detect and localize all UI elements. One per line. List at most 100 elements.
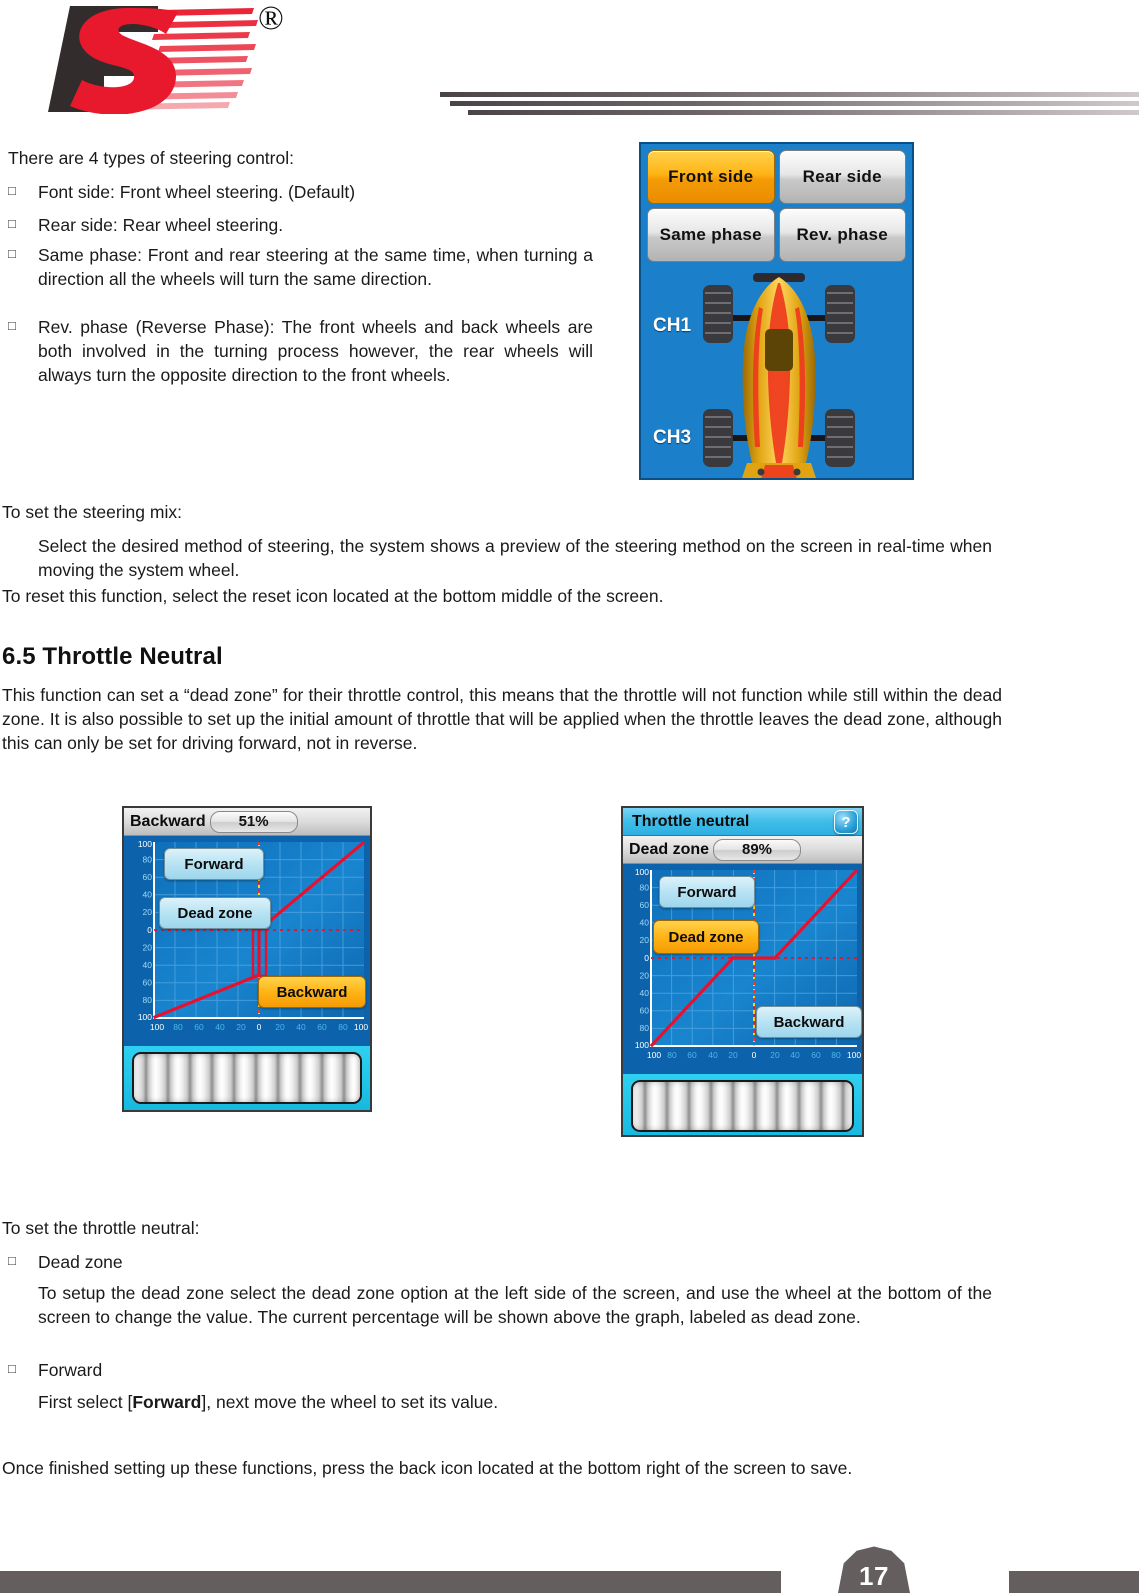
svg-text:100: 100 xyxy=(647,1050,661,1060)
page-header: ® xyxy=(0,0,1139,130)
throttle-neutral-title-bar: Throttle neutral ? xyxy=(623,808,862,836)
throttle-bullet-dead-zone-title: Dead zone xyxy=(38,1252,123,1272)
page-number-tab: 17 xyxy=(838,1546,910,1593)
backward-value-bar: Backward 51% xyxy=(124,808,370,836)
steering-bullet-rear-side: Rear side: Rear wheel steering. xyxy=(38,215,284,235)
throttle1-backward-button[interactable]: Backward xyxy=(258,976,366,1008)
list-item: □ Dead zone xyxy=(8,1250,1008,1274)
svg-text:40: 40 xyxy=(296,1022,306,1032)
rc-car-preview: CH1 CH3 xyxy=(647,267,906,478)
throttle1-wheel-area xyxy=(124,1046,370,1110)
value-adjust-wheel[interactable] xyxy=(631,1080,854,1132)
svg-text:60: 60 xyxy=(811,1050,821,1060)
svg-text:80: 80 xyxy=(640,883,650,893)
svg-text:20: 20 xyxy=(236,1022,246,1032)
svg-text:20: 20 xyxy=(275,1022,285,1032)
svg-text:0: 0 xyxy=(644,953,649,963)
svg-text:80: 80 xyxy=(173,1022,183,1032)
svg-text:40: 40 xyxy=(143,960,153,970)
steering-mode-rear-side-button[interactable]: Rear side xyxy=(778,150,906,204)
svg-text:60: 60 xyxy=(317,1022,327,1032)
header-decorative-rules xyxy=(440,92,1139,118)
header-rule-1 xyxy=(440,92,1139,97)
forward-body-bold: Forward xyxy=(132,1392,202,1412)
list-item: □ Forward xyxy=(8,1358,1008,1382)
header-rule-2 xyxy=(450,101,1139,106)
throttle-bullet-forward-title: Forward xyxy=(38,1360,103,1380)
footer-bar-right xyxy=(1009,1571,1139,1593)
bullet-square-icon: □ xyxy=(8,246,16,261)
svg-text:80: 80 xyxy=(640,1023,650,1033)
throttle1-forward-button[interactable]: Forward xyxy=(164,848,264,880)
svg-text:100: 100 xyxy=(138,1012,152,1022)
svg-text:60: 60 xyxy=(640,1006,650,1016)
footer-bar-left xyxy=(0,1571,781,1593)
steering-mode-rev-phase-button[interactable]: Rev. phase xyxy=(778,208,906,262)
throttle-curve-graph-2: 100 80 60 40 20 0 20 40 60 80 100 100 80… xyxy=(623,864,862,1074)
steering-bullet-same-phase: Same phase: Front and rear steering at t… xyxy=(38,245,593,290)
svg-text:100: 100 xyxy=(138,839,152,849)
bullet-square-icon: □ xyxy=(8,318,16,333)
svg-text:60: 60 xyxy=(143,978,153,988)
throttle-neutral-description: This function can set a “dead zone” for … xyxy=(2,685,1002,754)
svg-text:80: 80 xyxy=(338,1022,348,1032)
throttle2-backward-button[interactable]: Backward xyxy=(756,1006,862,1038)
throttle1-dead-zone-button[interactable]: Dead zone xyxy=(159,897,271,929)
set-throttle-neutral-label: To set the throttle neutral: xyxy=(2,1218,200,1238)
forward-body-prefix: First select [ xyxy=(38,1392,133,1412)
svg-text:20: 20 xyxy=(640,935,650,945)
steering-bullet-front-side: Font side: Front wheel steering. (Defaul… xyxy=(38,182,356,202)
page-number: 17 xyxy=(859,1561,889,1591)
throttle-bullet-dead-zone-body: To setup the dead zone select the dead z… xyxy=(38,1283,992,1328)
svg-text:20: 20 xyxy=(728,1050,738,1060)
forward-body-suffix: ], next move the wheel to set its value. xyxy=(201,1392,499,1412)
dead-zone-value-display[interactable]: 89% xyxy=(713,838,802,861)
rc-car-topview-icon xyxy=(703,273,855,478)
reset-function-note: To reset this function, select the reset… xyxy=(2,586,664,606)
svg-text:0: 0 xyxy=(752,1050,757,1060)
svg-text:80: 80 xyxy=(831,1050,841,1060)
svg-text:80: 80 xyxy=(667,1050,677,1060)
svg-text:40: 40 xyxy=(708,1050,718,1060)
steering-mix-screen: Front side Rear side Same phase Rev. pha… xyxy=(639,142,914,480)
throttle-neutral-screen: Throttle neutral ? Dead zone 89% 100 80 … xyxy=(621,806,864,1137)
steering-intro-line: There are 4 types of steering control: xyxy=(8,148,294,168)
header-rule-3 xyxy=(468,110,1139,115)
svg-text:80: 80 xyxy=(143,855,153,865)
throttle-backward-screen: Backward 51% 100 80 60 40 20 0 20 40 60 … xyxy=(122,806,372,1112)
page-footer: 17 xyxy=(0,1533,1139,1593)
svg-text:60: 60 xyxy=(687,1050,697,1060)
svg-text:20: 20 xyxy=(143,907,153,917)
svg-text:40: 40 xyxy=(215,1022,225,1032)
help-icon[interactable]: ? xyxy=(834,810,858,834)
steering-bullet-rev-phase: Rev. phase (Reverse Phase): The front wh… xyxy=(38,317,593,386)
list-item: □ Rev. phase (Reverse Phase): The front … xyxy=(8,315,593,387)
throttle2-forward-button[interactable]: Forward xyxy=(659,876,755,908)
steering-mode-button-grid: Front side Rear side Same phase Rev. pha… xyxy=(647,150,906,262)
svg-text:0: 0 xyxy=(257,1022,262,1032)
bullet-square-icon: □ xyxy=(8,183,16,198)
steering-mode-front-side-button[interactable]: Front side xyxy=(647,150,775,204)
steering-mode-same-phase-button[interactable]: Same phase xyxy=(647,208,775,262)
bullet-square-icon: □ xyxy=(8,216,16,231)
svg-text:20: 20 xyxy=(770,1050,780,1060)
backward-value-display[interactable]: 51% xyxy=(209,810,298,833)
svg-text:20: 20 xyxy=(640,971,650,981)
closing-note: Once finished setting up these functions… xyxy=(2,1458,853,1478)
svg-text:100: 100 xyxy=(150,1022,164,1032)
throttle-neutral-title: Throttle neutral xyxy=(632,812,750,830)
svg-text:100: 100 xyxy=(635,1040,649,1050)
svg-text:60: 60 xyxy=(640,900,650,910)
throttle2-wheel-area xyxy=(623,1074,862,1135)
throttle-curve-graph-1: 100 80 60 40 20 0 20 40 60 80 100 100 80… xyxy=(124,836,370,1046)
svg-text:100: 100 xyxy=(635,867,649,877)
svg-text:80: 80 xyxy=(143,995,153,1005)
svg-text:40: 40 xyxy=(640,918,650,928)
svg-text:60: 60 xyxy=(143,872,153,882)
throttle-bullet-forward-body: First select [Forward], next move the wh… xyxy=(38,1390,992,1414)
value-adjust-wheel[interactable] xyxy=(132,1052,362,1104)
svg-text:40: 40 xyxy=(143,890,153,900)
dead-zone-value-label: Dead zone xyxy=(629,840,710,858)
throttle2-dead-zone-button[interactable]: Dead zone xyxy=(653,920,759,954)
list-item: □ Rear side: Rear wheel steering. xyxy=(8,213,593,237)
